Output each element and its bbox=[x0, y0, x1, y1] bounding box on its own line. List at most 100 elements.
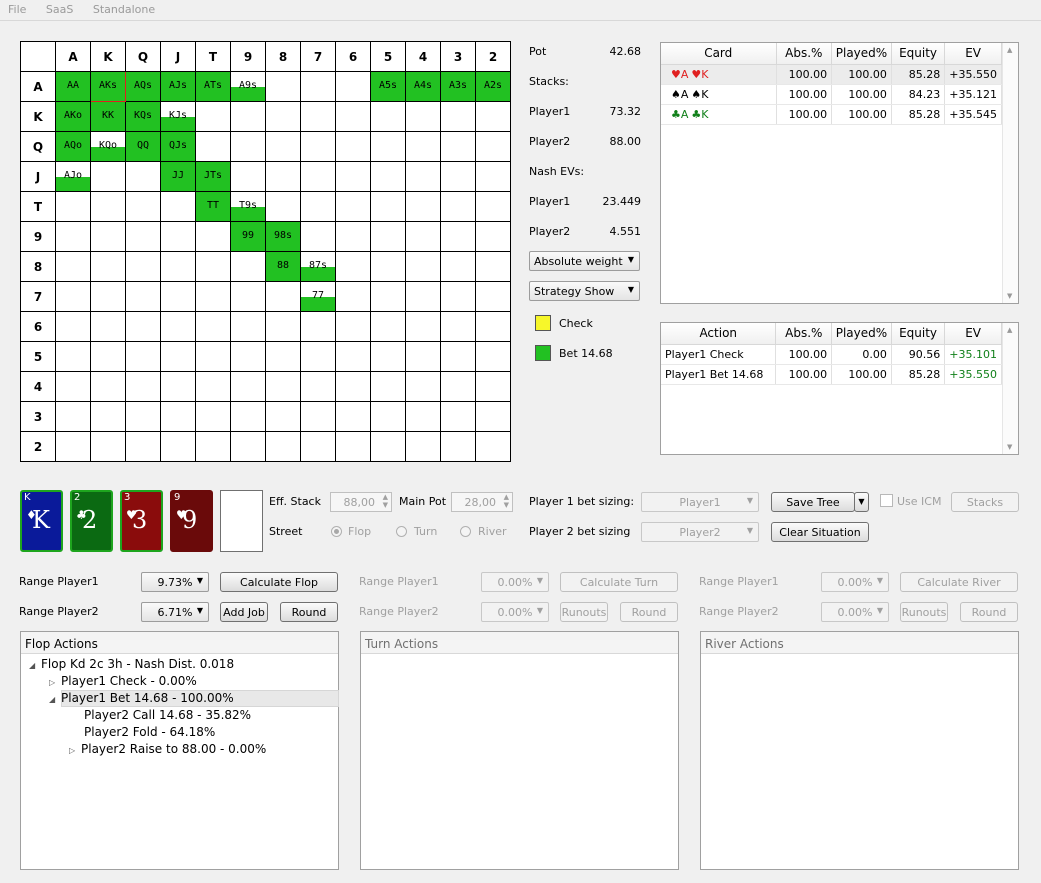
tree-node-p1-bet[interactable]: ◢ Player1 Bet 14.68 - 100.00% bbox=[49, 691, 234, 705]
hand-cell[interactable] bbox=[160, 221, 196, 252]
calculate-turn-button[interactable]: Calculate Turn bbox=[560, 572, 678, 592]
hand-cell[interactable] bbox=[265, 311, 301, 342]
table-row[interactable]: ♥A ♥K 100.00 100.00 85.28 +35.550 bbox=[661, 64, 1002, 85]
hand-cell[interactable] bbox=[230, 431, 266, 462]
hand-cell[interactable] bbox=[55, 401, 91, 432]
hand-cell[interactable] bbox=[370, 401, 406, 432]
hand-cell[interactable]: TT bbox=[195, 191, 231, 222]
hand-cell[interactable] bbox=[265, 101, 301, 132]
menu-standalone[interactable]: Standalone bbox=[85, 0, 163, 16]
clear-situation-button[interactable]: Clear Situation bbox=[771, 522, 869, 542]
hand-cell[interactable] bbox=[300, 431, 336, 462]
hand-cell[interactable] bbox=[300, 371, 336, 402]
hand-cell[interactable] bbox=[405, 251, 441, 282]
hand-cell[interactable] bbox=[55, 431, 91, 462]
weight-combo[interactable]: Absolute weight ▼ bbox=[529, 251, 640, 271]
hand-cell[interactable] bbox=[405, 371, 441, 402]
table-row[interactable]: ♠A ♠K 100.00 100.00 84.23 +35.121 bbox=[661, 84, 1002, 105]
hand-cell[interactable] bbox=[440, 401, 476, 432]
hand-cell[interactable]: AQo bbox=[55, 131, 91, 162]
hand-cell[interactable] bbox=[90, 371, 126, 402]
hand-cell[interactable] bbox=[405, 131, 441, 162]
hand-cell[interactable] bbox=[335, 401, 371, 432]
hand-cell[interactable] bbox=[440, 161, 476, 192]
hand-cell[interactable] bbox=[55, 251, 91, 282]
card-table-header[interactable]: Equity bbox=[891, 43, 946, 65]
hand-cell[interactable] bbox=[475, 101, 511, 132]
hand-cell[interactable] bbox=[300, 401, 336, 432]
hand-cell[interactable] bbox=[125, 221, 161, 252]
hand-cell[interactable] bbox=[475, 341, 511, 372]
card-table-scrollbar[interactable]: ▲ ▼ bbox=[1002, 43, 1018, 303]
hand-cell[interactable] bbox=[440, 191, 476, 222]
hand-cell[interactable] bbox=[230, 311, 266, 342]
hand-cell[interactable] bbox=[230, 341, 266, 372]
board-card[interactable]: 2 ♣ 2 bbox=[70, 490, 113, 552]
hand-cell[interactable] bbox=[230, 161, 266, 192]
action-table-header[interactable]: Action bbox=[661, 323, 777, 345]
hand-cell[interactable] bbox=[265, 131, 301, 162]
hand-cell[interactable]: JTs bbox=[195, 161, 231, 192]
hand-cell[interactable]: A9s bbox=[230, 71, 266, 102]
menu-file[interactable]: File bbox=[0, 0, 34, 16]
hand-cell[interactable] bbox=[90, 311, 126, 342]
hand-cell[interactable] bbox=[370, 191, 406, 222]
hand-cell[interactable] bbox=[90, 161, 126, 192]
hand-cell[interactable]: A3s bbox=[440, 71, 476, 102]
turn-range-p2-combo[interactable]: 0.00% ▼ bbox=[481, 602, 549, 622]
scroll-down-icon[interactable]: ▼ bbox=[1007, 292, 1012, 300]
hand-cell[interactable]: ATs bbox=[195, 71, 231, 102]
hand-cell[interactable] bbox=[230, 101, 266, 132]
hand-cell[interactable] bbox=[55, 221, 91, 252]
hand-cell[interactable] bbox=[440, 431, 476, 462]
hand-cell[interactable] bbox=[265, 71, 301, 102]
hand-cell[interactable] bbox=[230, 371, 266, 402]
hand-cell[interactable] bbox=[125, 371, 161, 402]
hand-cell[interactable] bbox=[335, 431, 371, 462]
action-table-header[interactable]: EV bbox=[944, 323, 1002, 345]
hand-cell[interactable] bbox=[125, 161, 161, 192]
hand-cell[interactable] bbox=[300, 161, 336, 192]
table-row[interactable]: Player1 Bet 14.68 100.00 100.00 85.28 +35.55… bbox=[661, 364, 1002, 385]
scroll-down-icon[interactable]: ▼ bbox=[1007, 443, 1012, 451]
scroll-up-icon[interactable]: ▲ bbox=[1007, 326, 1012, 334]
hand-cell[interactable] bbox=[440, 101, 476, 132]
hand-cell[interactable] bbox=[405, 161, 441, 192]
hand-cell[interactable] bbox=[440, 221, 476, 252]
flop-range-p2-combo[interactable]: 6.71% ▼ bbox=[141, 602, 209, 622]
tree-node-p2-raise[interactable]: ▷ Player2 Raise to 88.00 - 0.00% bbox=[69, 742, 266, 756]
hand-cell[interactable] bbox=[195, 251, 231, 282]
hand-cell[interactable] bbox=[475, 281, 511, 312]
hand-cell[interactable] bbox=[90, 341, 126, 372]
hand-cell[interactable] bbox=[195, 281, 231, 312]
hand-cell[interactable] bbox=[300, 101, 336, 132]
hand-cell[interactable] bbox=[370, 341, 406, 372]
tree-node-p2-fold[interactable]: Player2 Fold - 64.18% bbox=[84, 725, 215, 739]
hand-cell[interactable] bbox=[475, 161, 511, 192]
card-table-header[interactable]: EV bbox=[944, 43, 1002, 65]
hand-cell[interactable] bbox=[405, 431, 441, 462]
action-table-scrollbar[interactable]: ▲ ▼ bbox=[1002, 323, 1018, 454]
table-row[interactable]: Player1 Check 100.00 0.00 90.56 +35.101 bbox=[661, 344, 1002, 365]
hand-cell[interactable] bbox=[370, 371, 406, 402]
hand-cell[interactable] bbox=[300, 341, 336, 372]
hand-cell[interactable] bbox=[440, 131, 476, 162]
spinner-arrows-icon[interactable]: ▲ ▼ bbox=[383, 493, 388, 509]
use-icm-checkbox[interactable] bbox=[880, 494, 893, 507]
hand-cell[interactable]: AJo bbox=[55, 161, 91, 192]
hand-cell[interactable] bbox=[265, 341, 301, 372]
hand-cell[interactable] bbox=[370, 281, 406, 312]
expanded-arrow-icon[interactable]: ◢ bbox=[49, 695, 61, 704]
save-tree-button[interactable]: Save Tree bbox=[771, 492, 855, 512]
hand-cell[interactable] bbox=[265, 431, 301, 462]
add-job-button[interactable]: Add Job bbox=[220, 602, 268, 622]
stacks-button[interactable]: Stacks bbox=[951, 492, 1019, 512]
board-card[interactable]: K ♦ K bbox=[20, 490, 63, 552]
hand-cell[interactable] bbox=[125, 401, 161, 432]
hand-cell[interactable] bbox=[195, 371, 231, 402]
hand-cell[interactable] bbox=[475, 191, 511, 222]
card-table-header[interactable]: Card bbox=[661, 43, 777, 65]
p2-bet-sizing-combo[interactable]: Player2 ▼ bbox=[641, 522, 759, 542]
hand-cell[interactable]: A5s bbox=[370, 71, 406, 102]
hand-cell[interactable] bbox=[440, 251, 476, 282]
